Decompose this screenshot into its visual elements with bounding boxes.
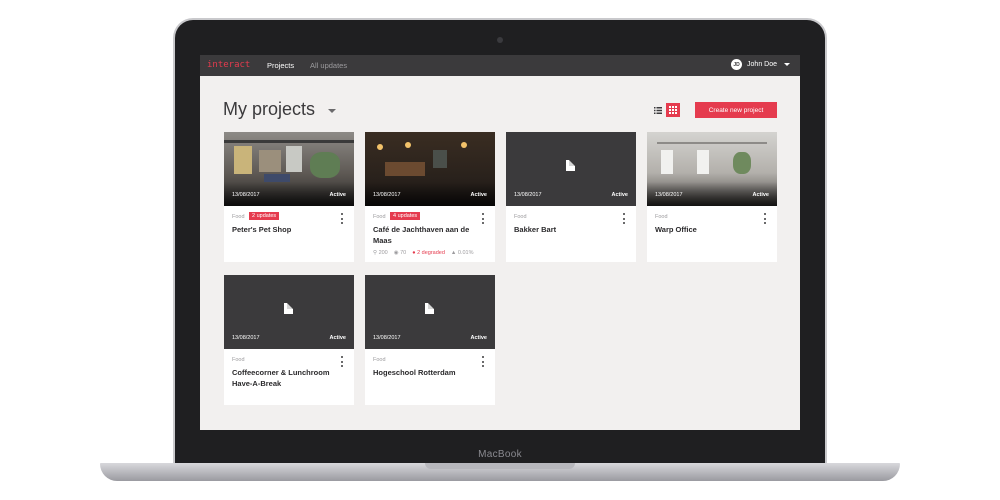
chevron-down-icon [784,63,790,66]
more-options-icon[interactable] [481,213,485,224]
user-menu[interactable]: JD John Doe [731,59,790,70]
grid-icon [669,106,677,114]
project-status: Active [329,335,346,341]
project-category: Food [373,357,386,363]
project-category: Food [232,357,245,363]
project-date: 13/08/2017 [232,335,260,341]
device-stat: ⚲ 200 [373,250,388,256]
project-status: Active [752,192,769,198]
more-options-icon[interactable] [622,213,626,224]
project-status: Active [329,192,346,198]
project-category: Food [655,214,668,220]
nav-projects[interactable]: Projects [267,61,294,70]
project-card[interactable]: 13/08/2017 Active Food 2 updates Peter's… [224,132,354,262]
top-navbar: interact Projects All updates JD John Do… [200,55,800,76]
more-options-icon[interactable] [340,356,344,367]
updates-badge[interactable]: 2 updates [249,212,280,220]
laptop-notch [425,463,575,469]
page-title: My projects [223,99,316,119]
project-status: Active [611,192,628,198]
project-card[interactable]: 13/08/2017 Active Food 4 updates Café de… [365,132,495,262]
document-icon [425,303,434,314]
project-date: 13/08/2017 [514,192,542,198]
grid-view-toggle[interactable] [666,103,680,117]
project-category: Food [232,214,245,220]
camera-icon [497,37,503,43]
project-status: Active [470,335,487,341]
project-date: 13/08/2017 [373,335,401,341]
project-title[interactable]: Café de Jachthaven aan de Maas [373,224,483,246]
project-category: Food [514,214,527,220]
app-logo[interactable]: interact [207,60,250,70]
project-card[interactable]: 13/08/2017 Active Food Bakker Bart [506,132,636,262]
document-icon [566,160,575,171]
avatar: JD [731,59,743,70]
list-view-toggle[interactable] [651,103,665,117]
document-icon [284,303,293,314]
nav-all-updates[interactable]: All updates [310,61,347,70]
create-new-project-button[interactable]: Create new project [695,102,777,118]
project-title[interactable]: Coffeecorner & Lunchroom Have-A-Break [232,367,342,389]
project-title[interactable]: Hogeschool Rotterdam [373,367,483,378]
list-icon [654,106,662,114]
project-date: 13/08/2017 [655,192,683,198]
percent-value: 0.01% [457,250,474,256]
sensor-stat: ◉ 70 [393,250,407,256]
sensor-count: 70 [400,250,407,256]
percent-stat: ▲ 0.01% [450,250,474,256]
degraded-stat: ● 2 degraded [412,250,445,256]
project-title[interactable]: Warp Office [655,224,765,235]
user-name: John Doe [747,61,777,68]
project-date: 13/08/2017 [373,192,401,198]
more-options-icon[interactable] [481,356,485,367]
project-title[interactable]: Bakker Bart [514,224,624,235]
project-category: Food [373,214,386,220]
project-title[interactable]: Peter's Pet Shop [232,224,342,235]
project-date: 13/08/2017 [232,192,260,198]
more-options-icon[interactable] [763,213,767,224]
project-card[interactable]: 13/08/2017 Active Food Coffeecorner & Lu… [224,275,354,405]
project-status: Active [470,192,487,198]
title-dropdown-chevron-icon[interactable] [328,109,336,113]
app-screen: interact Projects All updates JD John Do… [200,55,800,430]
updates-badge[interactable]: 4 updates [390,212,421,220]
device-brand: MacBook [478,449,522,460]
device-count: 200 [378,250,388,256]
more-options-icon[interactable] [340,213,344,224]
project-card[interactable]: 13/08/2017 Active Food Warp Office [647,132,777,262]
project-card[interactable]: 13/08/2017 Active Food Hogeschool Rotter… [365,275,495,405]
project-stats: ⚲ 200 ◉ 70 ● 2 degraded ▲ 0.01% [373,250,474,256]
degraded-count: 2 degraded [417,250,445,256]
